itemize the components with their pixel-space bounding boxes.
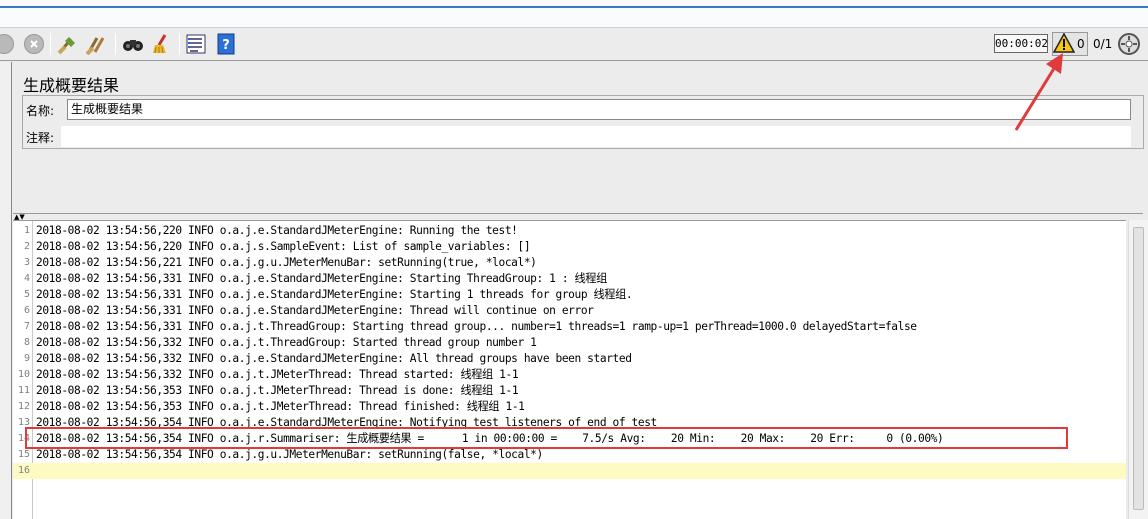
annotation-arrow-icon xyxy=(1014,53,1063,131)
